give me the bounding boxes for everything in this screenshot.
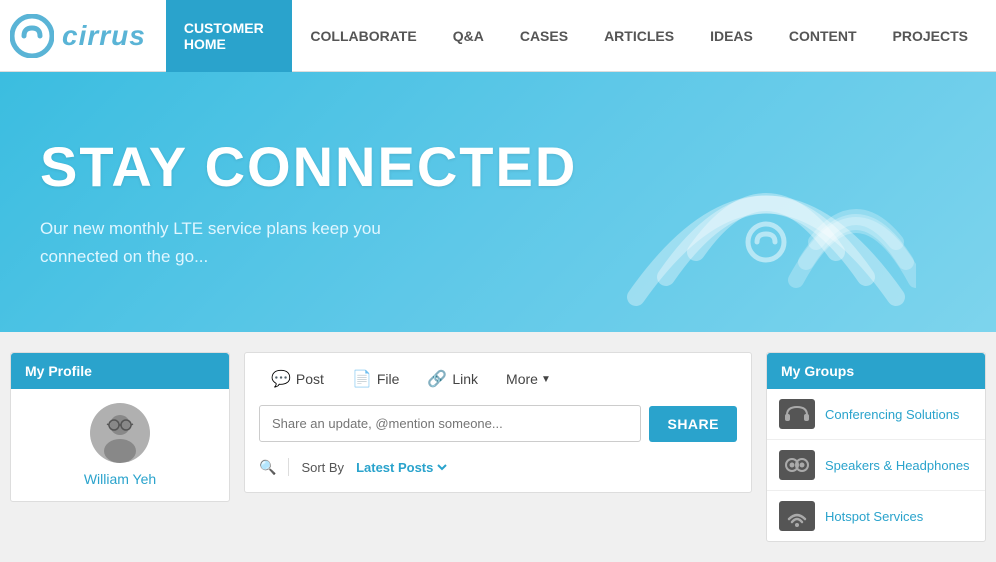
feed-input-row: SHARE — [259, 405, 737, 442]
nav-qa[interactable]: Q&A — [435, 0, 502, 72]
link-tab[interactable]: 🔗 Link — [415, 363, 490, 395]
more-label: More — [506, 371, 538, 387]
avatar-image — [90, 403, 150, 463]
group-icon-hotspot — [779, 501, 815, 531]
nav-content[interactable]: CONTENT — [771, 0, 875, 72]
sort-select[interactable]: Latest Posts — [352, 459, 450, 476]
nav-articles[interactable]: ARTICLES — [586, 0, 692, 72]
nav-collaborate[interactable]: COLLABORATE — [292, 0, 434, 72]
hero-subtitle: Our new monthly LTE service plans keep y… — [40, 215, 440, 269]
file-icon: 📄 — [352, 369, 372, 389]
speaker-icon — [784, 454, 810, 476]
avatar — [90, 403, 150, 463]
wifi-icon — [784, 505, 810, 527]
my-profile-body: William Yeh — [11, 389, 229, 501]
file-tab[interactable]: 📄 File — [340, 363, 411, 395]
hero-banner: STAY CONNECTED Our new monthly LTE servi… — [0, 72, 996, 332]
group-name-speakers: Speakers & Headphones — [825, 458, 970, 473]
hero-graphic — [616, 92, 916, 312]
my-groups-section: My Groups Conferencing Solutions — [766, 352, 986, 542]
feed-actions: 💬 Post 📄 File 🔗 Link More ▼ SHARE — [244, 352, 752, 493]
share-button[interactable]: SHARE — [649, 406, 737, 442]
nav-cases[interactable]: CASES — [502, 0, 586, 72]
action-tabs: 💬 Post 📄 File 🔗 Link More ▼ — [259, 363, 737, 395]
link-label: Link — [452, 371, 478, 387]
logo-text: cirrus — [62, 20, 146, 52]
sort-label: Sort By — [301, 460, 344, 475]
left-sidebar: My Profile William Yeh — [10, 352, 230, 542]
nav-ideas[interactable]: IDEAS — [692, 0, 771, 72]
group-item-speakers[interactable]: Speakers & Headphones — [767, 440, 985, 491]
hero-text: STAY CONNECTED Our new monthly LTE servi… — [40, 134, 577, 269]
post-icon: 💬 — [271, 369, 291, 389]
post-label: Post — [296, 371, 324, 387]
sort-row: 🔍 Sort By Latest Posts — [259, 452, 737, 482]
my-profile-section: My Profile William Yeh — [10, 352, 230, 502]
wifi-graphic — [616, 92, 916, 312]
main-feed: 💬 Post 📄 File 🔗 Link More ▼ SHARE — [244, 352, 752, 542]
content-area: My Profile William Yeh — [0, 332, 996, 562]
group-item-conferencing[interactable]: Conferencing Solutions — [767, 389, 985, 440]
divider — [288, 458, 289, 476]
nav-projects[interactable]: PROJECTS — [875, 0, 986, 72]
hero-title: STAY CONNECTED — [40, 134, 577, 199]
group-name-hotspot: Hotspot Services — [825, 509, 923, 524]
search-icon: 🔍 — [259, 459, 276, 476]
group-icon-conferencing — [779, 399, 815, 429]
group-icon-speakers — [779, 450, 815, 480]
group-name-conferencing: Conferencing Solutions — [825, 407, 959, 422]
main-nav: CUSTOMER HOME COLLABORATE Q&A CASES ARTI… — [166, 0, 986, 71]
file-label: File — [377, 371, 400, 387]
header: cirrus CUSTOMER HOME COLLABORATE Q&A CAS… — [0, 0, 996, 72]
headset-icon — [784, 403, 810, 425]
my-groups-header: My Groups — [767, 353, 985, 389]
logo-area: cirrus — [10, 14, 146, 58]
link-icon: 🔗 — [427, 369, 447, 389]
group-item-hotspot[interactable]: Hotspot Services — [767, 491, 985, 541]
nav-customer-home[interactable]: CUSTOMER HOME — [166, 0, 293, 72]
chevron-down-icon: ▼ — [541, 374, 551, 385]
right-sidebar: My Groups Conferencing Solutions — [766, 352, 986, 542]
more-button[interactable]: More ▼ — [494, 365, 563, 393]
my-profile-header: My Profile — [11, 353, 229, 389]
post-tab[interactable]: 💬 Post — [259, 363, 336, 395]
user-name-link[interactable]: William Yeh — [84, 471, 156, 487]
feed-input[interactable] — [259, 405, 641, 442]
logo-icon — [10, 14, 54, 58]
